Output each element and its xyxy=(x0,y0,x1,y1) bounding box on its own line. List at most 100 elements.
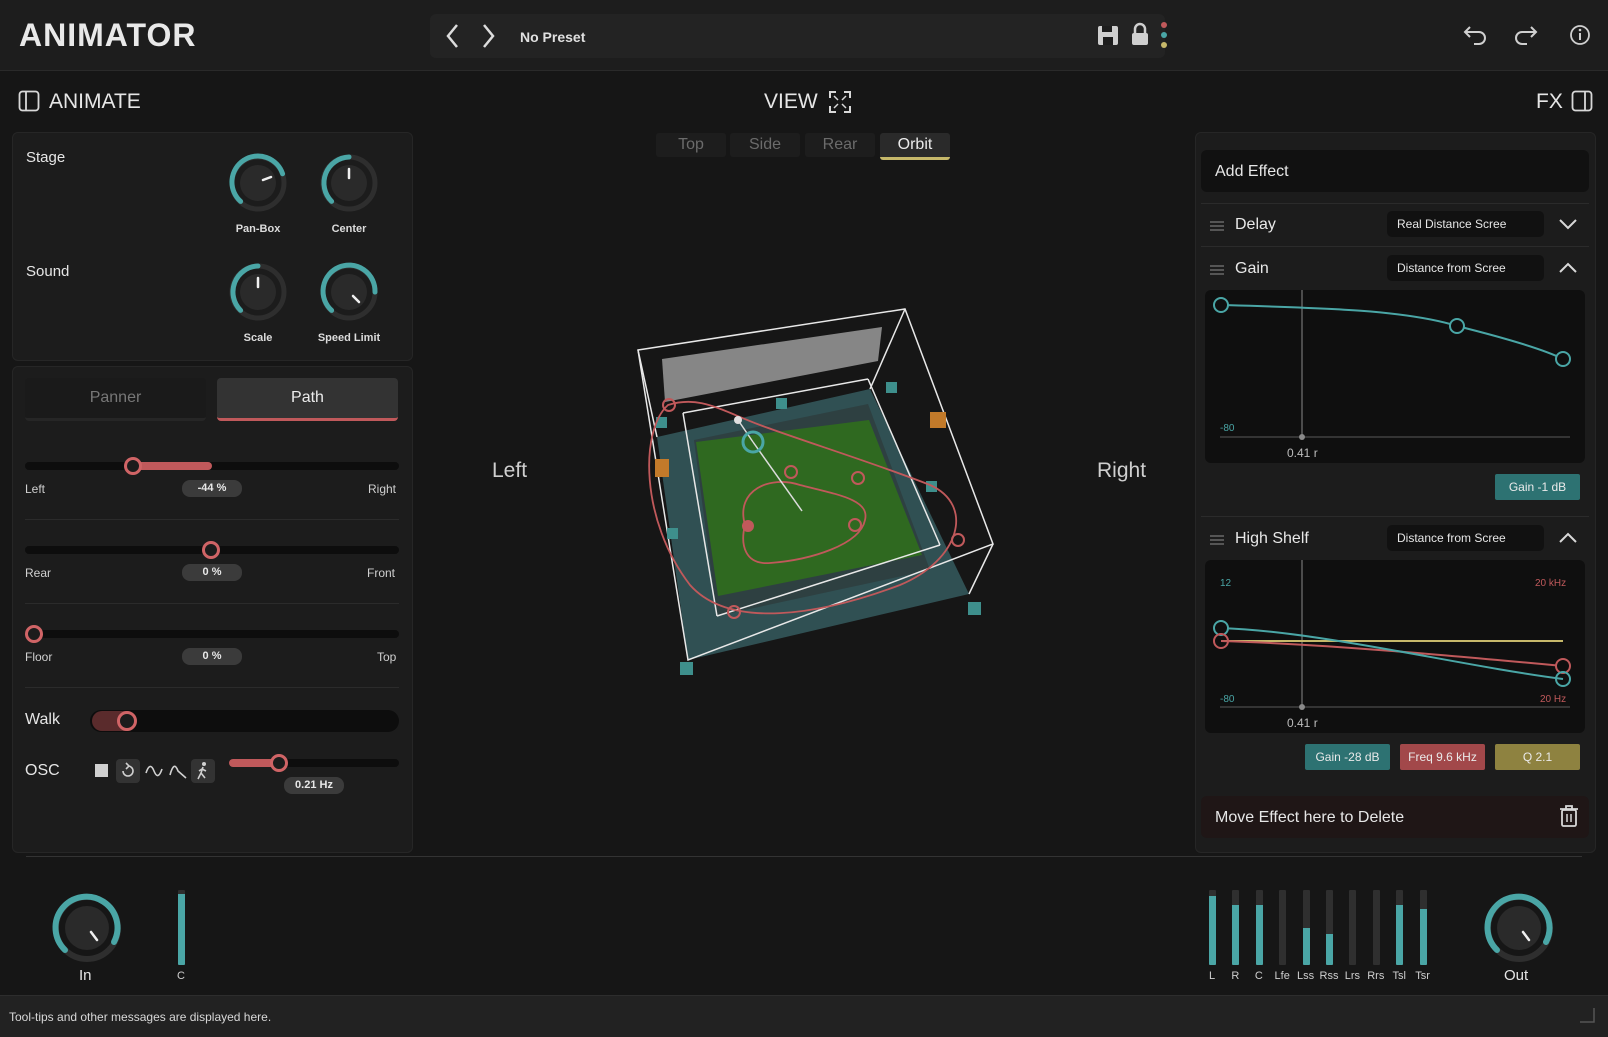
gain-value-badge[interactable]: Gain -1 dB xyxy=(1495,474,1580,500)
high-shelf-source-dropdown[interactable]: Distance from Scree xyxy=(1387,525,1544,551)
status-message: Tool-tips and other messages are display… xyxy=(9,1010,272,1024)
walker-icon[interactable] xyxy=(191,759,215,783)
undo-icon[interactable] xyxy=(1462,24,1488,51)
tab-path[interactable]: Path xyxy=(217,378,398,421)
rear-front-slider-handle[interactable] xyxy=(202,541,220,559)
meter-fill xyxy=(1232,905,1240,965)
tab-orbit[interactable]: Orbit xyxy=(880,133,950,160)
color-tag-icon[interactable] xyxy=(1160,21,1168,56)
input-gain-knob[interactable] xyxy=(51,892,123,969)
app-title: ANIMATOR xyxy=(19,17,197,53)
slider-left-label: Rear xyxy=(25,566,52,580)
meter-label: Rss xyxy=(1319,970,1339,982)
output-meter-tsr xyxy=(1419,890,1427,965)
output-meter-rrs xyxy=(1372,890,1380,965)
effect-name-gain: Gain xyxy=(1235,260,1269,277)
shelf-gain-badge[interactable]: Gain -28 dB xyxy=(1305,744,1390,770)
tab-panner[interactable]: Panner xyxy=(25,378,206,421)
divider xyxy=(25,519,399,520)
pan-box-knob[interactable]: Pan-Box xyxy=(223,152,293,235)
view-title: VIEW xyxy=(764,90,818,113)
redo-icon[interactable] xyxy=(1513,24,1539,51)
floor-top-slider-track[interactable] xyxy=(25,630,399,638)
gain-curve-graph[interactable] xyxy=(1205,290,1585,463)
knob-graphic xyxy=(320,262,378,321)
chevron-down-icon[interactable] xyxy=(1558,217,1578,236)
info-icon[interactable] xyxy=(1569,24,1591,51)
gain-source-dropdown[interactable]: Distance from Scree xyxy=(1387,255,1544,281)
fx-panel-toggle-icon[interactable] xyxy=(1571,90,1593,117)
chevron-left-icon[interactable] xyxy=(440,22,466,50)
osc-label: OSC xyxy=(25,762,60,779)
floor-top-slider-handle[interactable] xyxy=(25,625,43,643)
resize-grip-icon[interactable] xyxy=(1578,1006,1596,1029)
animate-title: ANIMATE xyxy=(49,90,141,113)
output-gain-knob[interactable] xyxy=(1483,892,1555,969)
rear-front-value: 0 % xyxy=(182,564,242,581)
tab-side[interactable]: Side xyxy=(730,133,800,157)
center-knob[interactable]: Center xyxy=(314,152,384,235)
osc-rate-slider-handle[interactable] xyxy=(270,754,288,772)
osc-rate-value: 0.21 Hz xyxy=(284,777,344,794)
delay-source-dropdown[interactable]: Real Distance Scree xyxy=(1387,211,1544,237)
sidebar-toggle-icon[interactable] xyxy=(18,90,40,117)
sound-label: Sound xyxy=(26,263,70,280)
slider-right-label: Front xyxy=(367,566,396,580)
input-meter-c xyxy=(178,890,185,965)
walk-toggle-handle[interactable] xyxy=(117,711,137,731)
view-right-label: Right xyxy=(1097,459,1147,482)
wave-alt-icon[interactable] xyxy=(168,760,188,787)
divider xyxy=(25,687,399,688)
meter-fill xyxy=(1419,908,1427,965)
loop-icon[interactable] xyxy=(116,759,140,783)
chevron-right-icon[interactable] xyxy=(475,22,501,50)
meter-label: Tsl xyxy=(1392,970,1406,982)
knob-graphic xyxy=(229,263,287,321)
effect-name-high-shelf: High Shelf xyxy=(1235,530,1309,547)
high-shelf-curve-graph[interactable] xyxy=(1205,560,1585,733)
knob-graphic xyxy=(1484,893,1553,962)
divider xyxy=(1201,246,1589,247)
left-right-slider-handle[interactable] xyxy=(124,457,142,475)
save-icon[interactable] xyxy=(1097,24,1119,51)
gain-min-label: -80 xyxy=(1220,423,1235,434)
orbit-3d-view[interactable] xyxy=(620,300,1000,690)
left-right-slider-track[interactable] xyxy=(25,462,399,470)
knob-label: Center xyxy=(331,223,367,235)
gain-position-label: 0.41 r xyxy=(1287,446,1318,460)
knob-label: Pan-Box xyxy=(235,223,281,235)
tab-rear[interactable]: Rear xyxy=(805,133,875,157)
chevron-up-icon[interactable] xyxy=(1558,531,1578,550)
fullscreen-icon[interactable] xyxy=(828,90,852,119)
output-meter-lrs xyxy=(1349,890,1357,965)
output-meter-c xyxy=(1255,890,1263,965)
speed-limit-knob[interactable]: Speed Limit xyxy=(314,261,384,344)
slider-left-label: Floor xyxy=(25,650,53,664)
room-floor xyxy=(657,389,969,660)
stop-icon[interactable] xyxy=(95,764,108,777)
output-meter-tsl xyxy=(1396,890,1404,965)
scale-knob[interactable]: Scale xyxy=(223,261,293,344)
stage-label: Stage xyxy=(26,149,66,166)
shelf-freq-badge[interactable]: Freq 9.6 kHz xyxy=(1400,744,1485,770)
meter-label: Lfe xyxy=(1274,970,1290,982)
slider-right-label: Right xyxy=(368,482,397,496)
preset-name[interactable]: No Preset xyxy=(520,29,585,45)
walk-label: Walk xyxy=(25,711,60,728)
drag-handle-icon[interactable] xyxy=(1210,219,1224,237)
tab-top[interactable]: Top xyxy=(656,133,726,157)
output-meter-r xyxy=(1232,890,1240,965)
drag-handle-icon[interactable] xyxy=(1210,533,1224,551)
drag-handle-icon[interactable] xyxy=(1210,263,1224,281)
lock-icon[interactable] xyxy=(1131,22,1149,51)
chevron-up-icon[interactable] xyxy=(1558,261,1578,280)
screen-plane xyxy=(662,327,882,402)
meter-fill xyxy=(1255,905,1263,965)
shelf-q-badge[interactable]: Q 2.1 xyxy=(1495,744,1580,770)
trash-icon[interactable] xyxy=(1559,804,1579,833)
sine-wave-icon[interactable] xyxy=(144,760,164,787)
meter-label: Lss xyxy=(1297,970,1315,982)
knob-label: Speed Limit xyxy=(317,332,381,344)
divider xyxy=(1201,203,1589,204)
shelf-min-label: -80 xyxy=(1220,694,1235,705)
